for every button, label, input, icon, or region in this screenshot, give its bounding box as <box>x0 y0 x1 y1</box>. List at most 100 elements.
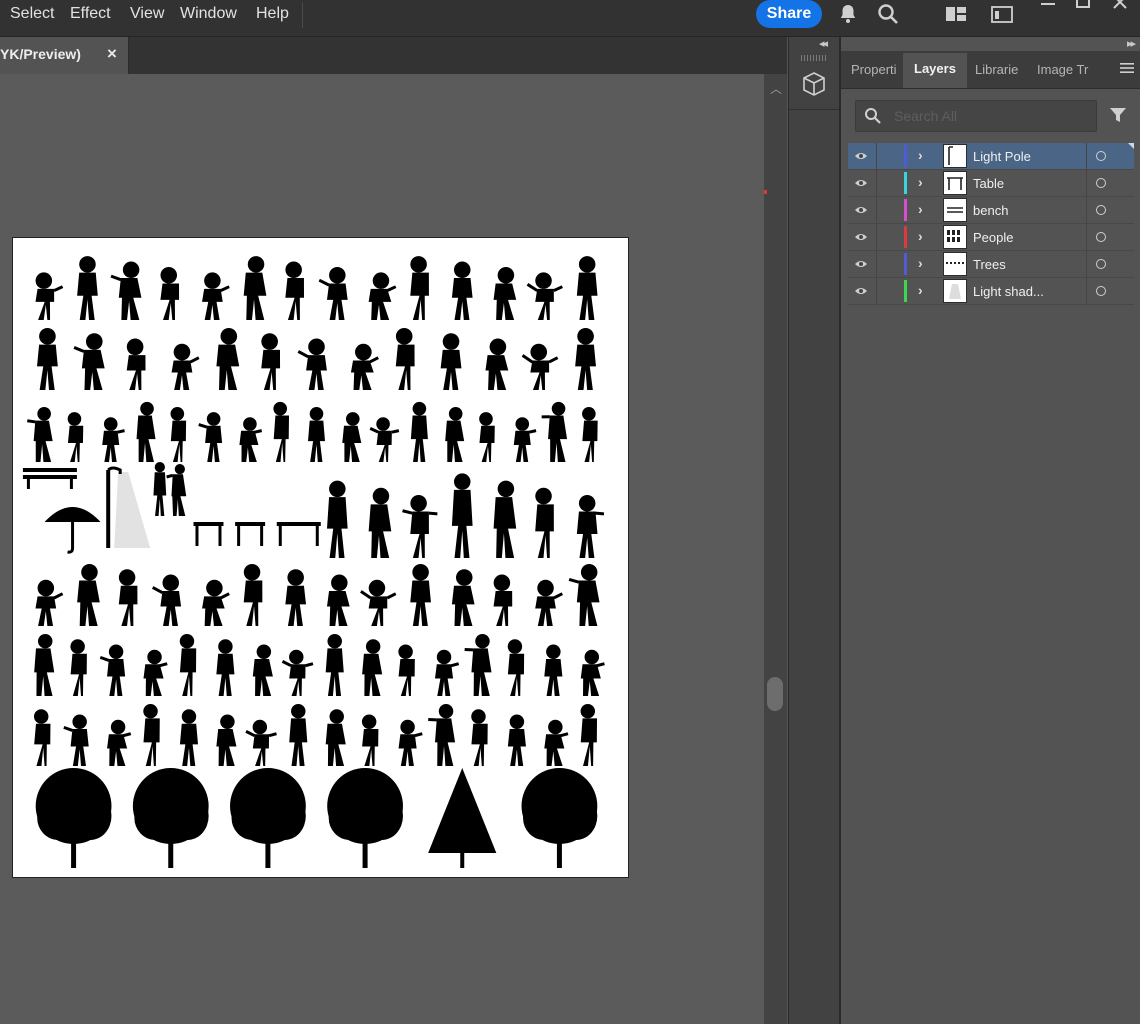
bell-icon[interactable] <box>836 2 860 26</box>
tab-image-trace[interactable]: Image Tr <box>1037 62 1093 77</box>
silhouette-person <box>73 333 105 390</box>
target-circle-icon[interactable] <box>1096 259 1106 269</box>
silhouette-person <box>110 261 142 320</box>
document-tab-bar: YK/Preview) × <box>0 37 787 74</box>
layer-name[interactable]: Trees <box>973 257 1006 272</box>
close-window-icon[interactable] <box>1105 0 1135 14</box>
tab-layers[interactable]: Layers <box>903 53 967 88</box>
vertical-scrollbar[interactable]: ︿ <box>764 74 787 1024</box>
menu-effect[interactable]: Effect <box>70 4 111 24</box>
lock-column[interactable] <box>876 197 877 223</box>
canvas-area[interactable] <box>0 74 764 1024</box>
expand-chevron-icon[interactable]: › <box>918 174 923 190</box>
layer-row[interactable]: › Light shad... <box>848 278 1134 305</box>
menu-help[interactable]: Help <box>256 4 289 24</box>
visibility-eye-icon[interactable] <box>854 259 868 269</box>
layer-name[interactable]: Light Pole <box>973 149 1031 164</box>
layer-row[interactable]: › bench <box>848 197 1134 224</box>
layers-search-input[interactable] <box>892 105 1091 127</box>
expand-chevron-icon[interactable]: › <box>918 282 923 298</box>
arrange-documents-icon[interactable] <box>990 2 1014 26</box>
layer-row[interactable]: › Light Pole <box>848 143 1134 170</box>
layer-name[interactable]: People <box>973 230 1013 245</box>
tab-properties[interactable]: Properti <box>851 62 903 77</box>
silhouette-person <box>493 266 517 320</box>
panel-menu-icon[interactable] <box>1120 62 1134 74</box>
dock-grip[interactable] <box>801 55 827 61</box>
menu-window[interactable]: Window <box>180 4 237 24</box>
lock-column[interactable] <box>876 170 877 196</box>
minimize-icon[interactable] <box>1033 0 1063 14</box>
silhouette-person <box>245 719 277 766</box>
scroll-up-arrow-icon[interactable]: ︿ <box>770 80 782 97</box>
silhouette-person <box>395 327 415 390</box>
lock-column[interactable] <box>876 224 877 250</box>
target-circle-icon[interactable] <box>1096 232 1106 242</box>
tab-libraries[interactable]: Librarie <box>975 62 1027 77</box>
close-tab-icon[interactable]: × <box>107 44 117 64</box>
maximize-icon[interactable] <box>1068 0 1098 14</box>
panel-dock-strip: ◂◂ <box>788 37 841 1024</box>
visibility-eye-icon[interactable] <box>854 286 868 296</box>
collapse-panel-icon[interactable]: ▸▸ <box>1127 37 1136 50</box>
layers-search-box[interactable] <box>855 100 1097 132</box>
filter-icon[interactable] <box>1109 106 1127 124</box>
layer-name[interactable]: Table <box>973 176 1004 191</box>
visibility-eye-icon[interactable] <box>854 151 868 161</box>
share-button[interactable]: Share <box>756 0 822 28</box>
document-tab[interactable]: YK/Preview) × <box>0 37 129 74</box>
target-circle-icon[interactable] <box>1096 205 1106 215</box>
target-circle-icon[interactable] <box>1096 178 1106 188</box>
collapse-dock-icon[interactable]: ◂◂ <box>819 37 828 50</box>
silhouette-person <box>568 563 600 626</box>
menu-divider <box>302 2 303 28</box>
document-tab-title: YK/Preview) <box>0 46 81 62</box>
menu-view[interactable]: View <box>130 4 164 24</box>
silhouette-person <box>451 261 473 320</box>
silhouette-person <box>326 574 350 626</box>
layer-name[interactable]: bench <box>973 203 1008 218</box>
silhouette-person <box>67 412 84 462</box>
silhouette-person <box>261 333 281 390</box>
silhouette-person <box>362 639 383 696</box>
silhouette-person <box>35 272 64 320</box>
silhouette-person <box>102 417 125 462</box>
artboard[interactable] <box>12 237 629 878</box>
silhouette-person <box>281 649 314 696</box>
layer-color-indicator <box>904 226 907 248</box>
silhouette-person <box>325 709 346 766</box>
lock-column[interactable] <box>876 278 877 304</box>
visibility-eye-icon[interactable] <box>854 178 868 188</box>
layer-row[interactable]: › People <box>848 224 1134 251</box>
lock-column[interactable] <box>876 143 877 169</box>
layer-thumbnail <box>943 252 967 276</box>
menu-select[interactable]: Select <box>10 4 54 24</box>
scroll-thumb[interactable] <box>767 677 783 711</box>
visibility-eye-icon[interactable] <box>854 232 868 242</box>
silhouette-person <box>326 480 348 558</box>
visibility-eye-icon[interactable] <box>854 205 868 215</box>
silhouette-person <box>77 256 98 320</box>
silhouette-person <box>535 579 563 626</box>
search-icon[interactable] <box>876 2 900 26</box>
silhouette-person <box>368 272 397 320</box>
expand-chevron-icon[interactable]: › <box>918 228 923 244</box>
silhouette-tree <box>230 768 306 868</box>
expand-chevron-icon[interactable]: › <box>918 201 923 217</box>
lock-column[interactable] <box>876 251 877 277</box>
silhouette-umbrella <box>44 507 101 554</box>
target-circle-icon[interactable] <box>1096 286 1106 296</box>
silhouette-pine-tree <box>428 768 497 868</box>
silhouette-person <box>541 401 568 462</box>
3d-cube-icon[interactable] <box>802 71 826 97</box>
expand-chevron-icon[interactable]: › <box>918 147 923 163</box>
silhouette-person <box>479 412 495 462</box>
layer-row[interactable]: › Trees <box>848 251 1134 278</box>
expand-chevron-icon[interactable]: › <box>918 255 923 271</box>
target-circle-icon[interactable] <box>1096 151 1106 161</box>
silhouette-person <box>410 401 428 462</box>
silhouette-bench <box>22 468 77 489</box>
layer-name[interactable]: Light shad... <box>973 284 1044 299</box>
workspace-icon[interactable] <box>944 2 968 26</box>
layer-row[interactable]: › Table <box>848 170 1134 197</box>
